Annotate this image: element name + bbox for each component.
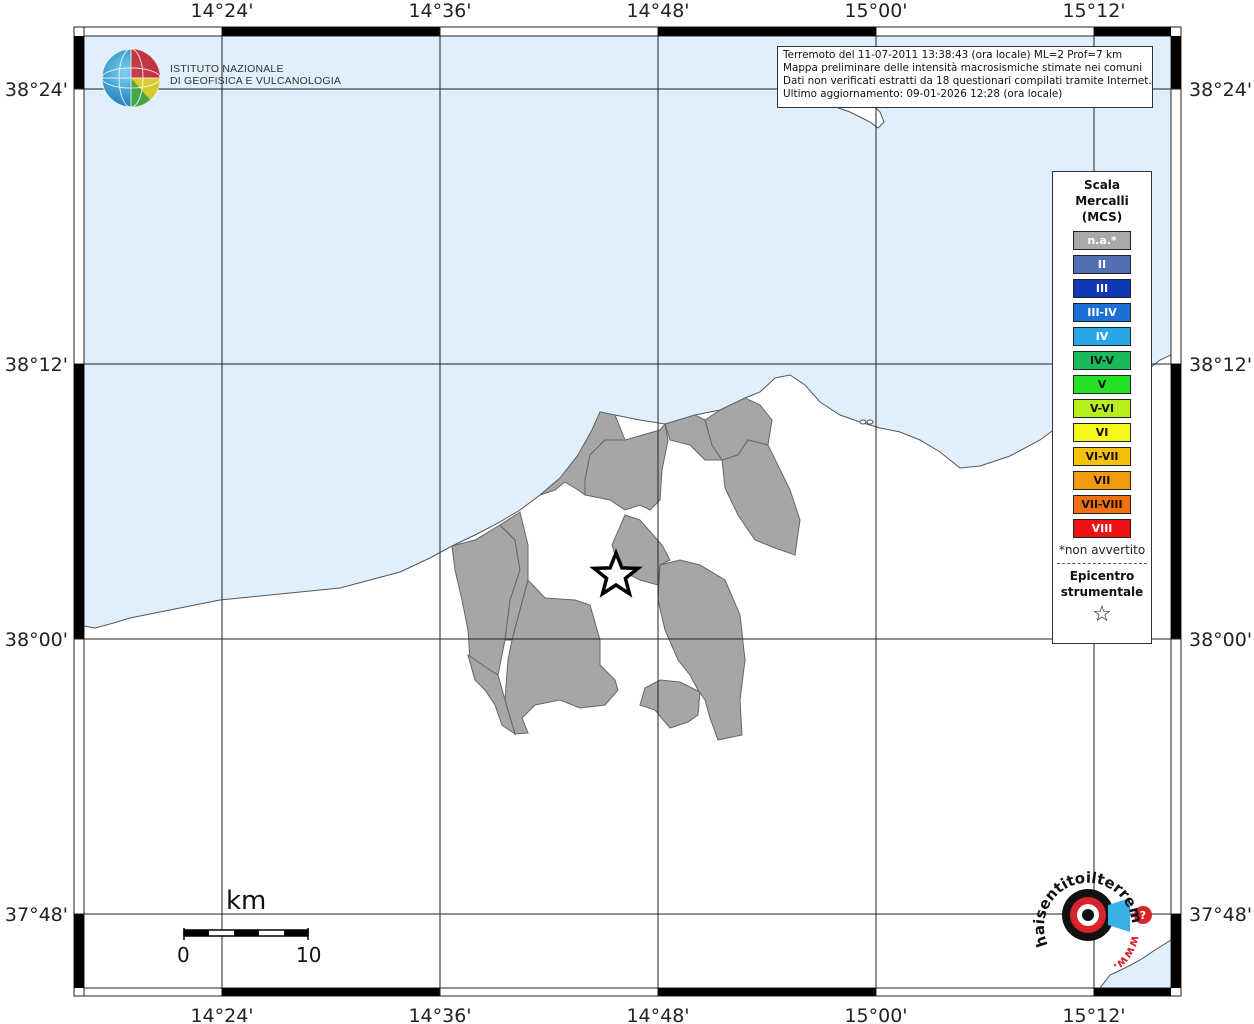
ingv-line1: ISTITUTO NAZIONALE xyxy=(170,63,284,75)
islet xyxy=(859,419,867,425)
legend-items: n.a.* II III III-IV IV IV-V V V-VI VI VI-VII VII VI… xyxy=(1053,231,1151,538)
legend-item: II xyxy=(1073,255,1131,274)
lat-label: 38°00' xyxy=(5,629,68,651)
lat-label: 38°00' xyxy=(1189,629,1252,651)
lon-label: 15°00' xyxy=(844,0,907,22)
legend-item: VII-VIII xyxy=(1073,495,1131,514)
lon-label: 14°36' xyxy=(408,0,471,22)
lat-label: 38°24' xyxy=(5,79,68,101)
lat-label: 38°24' xyxy=(1189,79,1252,101)
scale-min: 0 xyxy=(177,943,190,967)
ingv-logo-icon xyxy=(101,48,161,108)
legend-item: V-VI xyxy=(1073,399,1131,418)
legend-item: VII xyxy=(1073,471,1131,490)
lon-label: 14°36' xyxy=(408,1005,471,1024)
legend-note: *non avvertito xyxy=(1058,543,1146,557)
legend-title: Scala Mercalli (MCS) xyxy=(1053,177,1151,225)
legend-star-icon: ☆ xyxy=(1092,602,1112,627)
legend-epicenter-line: strumentale xyxy=(1060,585,1144,599)
event-info-line: Dati non verificati estratti da 18 quest… xyxy=(783,75,1152,87)
event-info-line: Terremoto del 11-07-2011 13:38:43 (ora l… xyxy=(783,49,1123,61)
legend-item: VIII xyxy=(1073,519,1131,538)
mcs-legend: Scala Mercalli (MCS) n.a.* II III III-IV IV I… xyxy=(1052,171,1152,644)
lon-label: 14°24' xyxy=(190,0,253,22)
legend-item: III xyxy=(1073,279,1131,298)
legend-title-line: Mercalli xyxy=(1075,194,1129,208)
event-info-line: Mappa preliminare delle intensità macros… xyxy=(783,62,1143,74)
lon-label: 14°48' xyxy=(626,1005,689,1024)
event-info-line: Ultimo aggiornamento: 09-01-2026 12:28 (… xyxy=(783,88,1063,100)
legend-item: IV-V xyxy=(1073,351,1131,370)
legend-title-line: (MCS) xyxy=(1081,210,1123,224)
lon-label: 14°24' xyxy=(190,1005,253,1024)
lon-label: 15°12' xyxy=(1062,0,1125,22)
ingv-line2: DI GEOFISICA E VULCANOLOGIA xyxy=(170,75,342,87)
lat-label: 37°48' xyxy=(5,904,68,926)
legend-title-line: Scala xyxy=(1083,178,1121,192)
islet xyxy=(866,419,874,425)
legend-item: V xyxy=(1073,375,1131,394)
legend-item: IV xyxy=(1073,327,1131,346)
lat-label: 37°48' xyxy=(1189,904,1252,926)
legend-item: III-IV xyxy=(1073,303,1131,322)
longitude-labels-top: 14°24' 14°36' 14°48' 15°00' 15°12' xyxy=(190,0,1125,22)
legend-epicenter-label: Epicentro strumentale xyxy=(1053,568,1151,600)
legend-divider xyxy=(1057,563,1147,564)
lon-label: 15°12' xyxy=(1062,1005,1125,1024)
scale-unit: km xyxy=(226,886,267,916)
legend-item: n.a.* xyxy=(1073,231,1131,250)
scale-max: 10 xyxy=(296,943,322,967)
event-info-box: Terremoto del 11-07-2011 13:38:43 (ora l… xyxy=(777,46,1153,108)
lat-label: 38°12' xyxy=(1189,354,1252,376)
longitude-labels-bottom: 14°24' 14°36' 14°48' 15°00' 15°12' xyxy=(190,1005,1125,1024)
lat-label: 38°12' xyxy=(5,354,68,376)
lon-label: 14°48' xyxy=(626,0,689,22)
ingv-logo-text: ISTITUTO NAZIONALE DI GEOFISICA E VULCAN… xyxy=(170,63,341,87)
legend-epicenter-line: Epicentro xyxy=(1069,569,1135,583)
lon-label: 15°00' xyxy=(844,1005,907,1024)
latitude-labels-right: 38°24' 38°12' 38°00' 37°48' xyxy=(1189,79,1252,926)
legend-item: VI-VII xyxy=(1073,447,1131,466)
latitude-labels-left: 38°24' 38°12' 38°00' 37°48' xyxy=(5,79,68,926)
legend-item: VI xyxy=(1073,423,1131,442)
